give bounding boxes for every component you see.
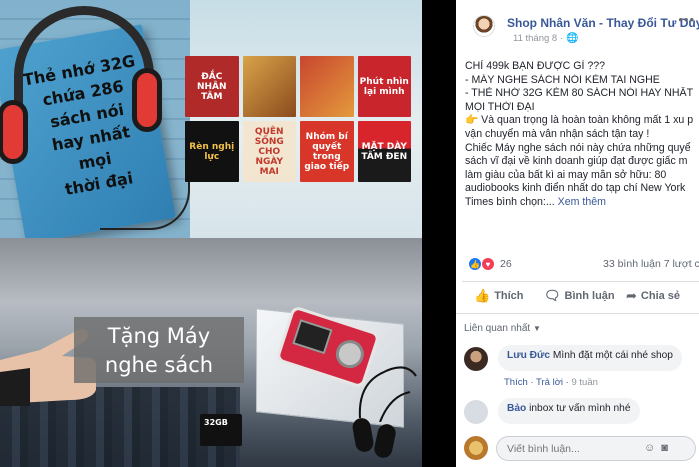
commenter-name[interactable]: Lưu Đức [507, 350, 550, 361]
comment-sort[interactable]: Liên quan nhất ▼ [456, 313, 699, 337]
page-avatar[interactable] [473, 15, 495, 37]
book-cover: MẶT DÀY TÂM ĐEN [357, 121, 411, 182]
book-cover: QUÊN SỐNG CHO NGÀY MAI [242, 121, 296, 182]
commenter-avatar[interactable] [464, 400, 488, 424]
book-cover [300, 56, 354, 117]
promo-image[interactable]: Thẻ nhớ 32G chứa 286 sách nói hay nhất m… [0, 0, 422, 467]
post-line: Chiếc Máy nghe sách nói này chứa những q… [465, 141, 691, 154]
post-line: CHỈ 499k BẠN ĐƯỢC GÌ ??? [465, 60, 606, 72]
book-cover: Nhóm bí quyết trong giao tiếp [300, 121, 354, 182]
sd-card-label: 32GB [204, 418, 228, 427]
post-line: 👉 Và quan trọng là hoàn toàn không mất 1… [465, 114, 694, 127]
headphone-left-cup [0, 100, 28, 164]
post-line-last: Times bình chọn:... Xem thêm [465, 195, 606, 208]
post-header: Shop Nhân Văn - Thay Đổi Tư Duy 11 tháng… [456, 0, 699, 50]
comment-meta: Thích · Trả lời · 9 tuần [504, 377, 598, 388]
post-line: - THẺ NHỚ 32G KÈM 80 SÁCH NÓI HAY NHẤT [465, 87, 694, 100]
post-panel: Shop Nhân Văn - Thay Đổi Tư Duy 11 tháng… [456, 0, 699, 467]
mp3-screen [292, 319, 333, 355]
see-more-link[interactable]: Xem thêm [558, 196, 606, 208]
emoji-icon[interactable]: ☺ [644, 442, 661, 454]
gift-label: Tặng Máy nghe sách [74, 317, 244, 380]
like-button[interactable]: 👍 Thích [474, 288, 524, 304]
reaction-count[interactable]: 26 [500, 258, 512, 270]
post-line: MỌI THỜI ĐẠI [465, 100, 535, 113]
book-cover [242, 56, 296, 117]
like-reaction-icon[interactable]: 👍 [468, 257, 482, 271]
post-line: làm giàu của bất kì ai may mắn sở hữu: 8… [465, 168, 667, 181]
comment-time[interactable]: 9 tuần [572, 377, 598, 388]
comment-reply-link[interactable]: Trả lời [536, 377, 563, 388]
post-text: CHỈ 499k BẠN ĐƯỢC GÌ ??? - MÁY NGHE SÁCH… [465, 60, 699, 210]
globe-icon: 🌐 [566, 33, 579, 44]
comment-composer: ☺◙ [456, 432, 699, 467]
sort-label[interactable]: Liên quan nhất ▼ [464, 323, 541, 334]
love-reaction-icon[interactable]: ♥ [481, 257, 495, 271]
comment-bubble: Bảo inbox tư vấn mình nhé [498, 398, 640, 424]
comment-bubble: Lưu Đức Mình đặt một cái nhé shop [498, 345, 682, 371]
earphone-cable [358, 366, 417, 422]
composer-icons: ☺◙ [644, 442, 674, 454]
share-label: Chia sẻ [640, 290, 681, 302]
page-name-link[interactable]: Shop Nhân Văn - Thay Đổi Tư Duy [507, 16, 699, 30]
comment-text: inbox tư vấn mình nhé [529, 403, 631, 414]
post-timestamp[interactable]: 11 tháng 8 · [513, 33, 563, 44]
more-options-icon[interactable]: ••• [678, 12, 695, 27]
post-line: vận chuyển mà vẫn nhận sách tận tay ! [465, 127, 650, 140]
like-label: Thích [494, 290, 524, 302]
commenter-name[interactable]: Bảo [507, 403, 526, 414]
comment-item: Lưu Đức Mình đặt một cái nhé shop Thích … [456, 345, 699, 395]
share-icon: ➦ [626, 288, 637, 303]
reaction-bar: 👍 ♥ 26 33 bình luận 7 lượt c [456, 254, 699, 276]
book-cover-grid: ĐẮC NHÂN TÂM Phút nhìn lại mình Rèn nghị… [185, 56, 411, 182]
sd-card: 32GB [200, 414, 242, 446]
comment-item: Bảo inbox tư vấn mình nhé [456, 398, 699, 428]
share-button[interactable]: ➦ Chia sẻ [626, 288, 680, 304]
thumbs-up-icon: 👍 [474, 288, 491, 303]
post-line: audiobooks kinh điển nhất do tạp chí New… [465, 182, 686, 195]
headphone-right-cup [132, 68, 162, 132]
caret-down-icon: ▼ [532, 324, 541, 333]
comment-label: Bình luận [564, 290, 615, 302]
book-cover: Phút nhìn lại mình [357, 56, 411, 117]
comment-share-count[interactable]: 33 bình luận 7 lượt c [603, 258, 699, 270]
book-cover: ĐẮC NHÂN TÂM [185, 56, 239, 117]
gift-line: nghe sách [104, 353, 214, 377]
post-actions: 👍 Thích 🗨 Bình luận ➦ Chia sẻ [462, 281, 699, 311]
commenter-avatar[interactable] [464, 347, 488, 371]
gift-line: Tặng Máy [107, 324, 211, 348]
comment-like-link[interactable]: Thích [504, 377, 528, 388]
user-avatar [464, 436, 488, 460]
promo-top-banner: Thẻ nhớ 32G chứa 286 sách nói hay nhất m… [0, 0, 422, 244]
black-divider [422, 0, 456, 467]
camera-icon[interactable]: ◙ [661, 442, 674, 454]
comment-icon: 🗨 [544, 288, 561, 303]
book-cover: Rèn nghị lực [185, 121, 239, 182]
comment-button[interactable]: 🗨 Bình luận [544, 288, 615, 304]
post-line: sách vĩ đại về kinh doanh giúp đạt được … [465, 155, 688, 168]
comment-text: Mình đặt một cái nhé shop [552, 350, 673, 361]
post-line: - MÁY NGHE SÁCH NÓI KÈM TAI NGHE [465, 73, 660, 86]
